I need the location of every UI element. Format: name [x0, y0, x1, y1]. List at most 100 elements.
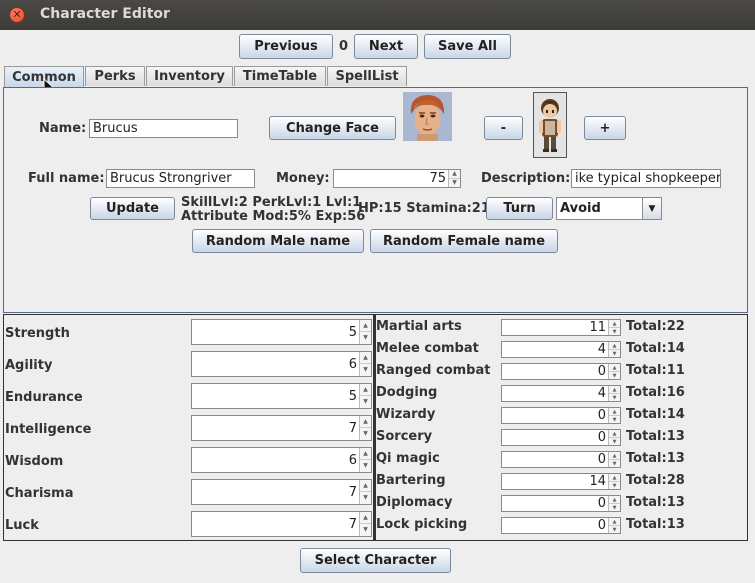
- skill-total: Total:14: [626, 341, 685, 356]
- spinner-up-icon[interactable]: ▲: [609, 496, 620, 504]
- spinner-down-icon[interactable]: ▼: [609, 350, 620, 358]
- spinner-up-icon[interactable]: ▲: [609, 320, 620, 328]
- attribute-spinner[interactable]: 7 ▲ ▼: [191, 479, 372, 505]
- skill-spinner[interactable]: 14 ▲ ▼: [501, 473, 621, 490]
- spinner-down-icon[interactable]: ▼: [609, 394, 620, 402]
- attribute-label: Strength: [5, 326, 70, 341]
- skill-spinner[interactable]: 0 ▲ ▼: [501, 363, 621, 380]
- spinner-down-icon[interactable]: ▼: [360, 524, 371, 536]
- common-tab-panel: Name: Brucus Change Face - + Full name: …: [3, 87, 748, 313]
- description-field[interactable]: ike typical shopkeeper.: [571, 169, 721, 188]
- spinner-down-icon[interactable]: ▼: [609, 460, 620, 468]
- name-field[interactable]: Brucus: [89, 119, 238, 138]
- skill-value: 4: [597, 342, 606, 357]
- name-label: Name:: [39, 121, 87, 136]
- fullname-label: Full name:: [28, 171, 105, 186]
- skill-spinner[interactable]: 4 ▲ ▼: [501, 341, 621, 358]
- attributes-panel: Strength 5 ▲ ▼ Agility 6 ▲ ▼ Endurance 5 ▲ ▼ Intelli…: [3, 314, 374, 541]
- spinner-down-icon[interactable]: ▼: [360, 332, 371, 344]
- spinner-up-icon[interactable]: ▲: [609, 342, 620, 350]
- spinner-down-icon[interactable]: ▼: [609, 504, 620, 512]
- tab-inventory[interactable]: Inventory: [146, 66, 233, 86]
- skill-total: Total:22: [626, 319, 685, 334]
- update-button[interactable]: Update: [90, 197, 175, 220]
- spinner-up-icon[interactable]: ▲: [360, 416, 371, 428]
- skill-spinner[interactable]: 0 ▲ ▼: [501, 451, 621, 468]
- spinner-down-icon[interactable]: ▼: [609, 416, 620, 424]
- skill-value: 14: [589, 474, 606, 489]
- spinner-up-icon[interactable]: ▲: [360, 320, 371, 332]
- skill-spinner[interactable]: 0 ▲ ▼: [501, 407, 621, 424]
- skill-total: Total:13: [626, 517, 685, 532]
- turn-button[interactable]: Turn: [486, 197, 553, 220]
- spinner-up-icon[interactable]: ▲: [609, 474, 620, 482]
- spinner-down-icon[interactable]: ▼: [360, 460, 371, 472]
- random-male-name-button[interactable]: Random Male name: [192, 229, 364, 253]
- attribute-mod-info: Attribute Mod:5% Exp:56: [181, 209, 366, 224]
- spinner-up-icon[interactable]: ▲: [609, 452, 620, 460]
- spinner-up-icon[interactable]: ▲: [609, 408, 620, 416]
- spinner-up-icon[interactable]: ▲: [609, 364, 620, 372]
- money-spinner[interactable]: 75 ▲ ▼: [333, 169, 461, 188]
- level-info: SkillLvl:2 PerkLvl:1 Lvl:1: [181, 195, 362, 210]
- spinner-up-icon[interactable]: ▲: [360, 480, 371, 492]
- skill-row: Qi magic 0 ▲ ▼ Total:13: [376, 450, 748, 470]
- tab-perks[interactable]: Perks: [85, 66, 145, 86]
- skill-value: 11: [589, 320, 606, 335]
- title-bar: ✕ Character Editor: [0, 0, 755, 30]
- spinner-down-icon[interactable]: ▼: [609, 482, 620, 490]
- skill-spinner[interactable]: 0 ▲ ▼: [501, 517, 621, 534]
- attribute-spinner[interactable]: 6 ▲ ▼: [191, 351, 372, 377]
- skill-label: Diplomacy: [376, 495, 453, 510]
- tab-timetable[interactable]: TimeTable: [234, 66, 326, 86]
- spinner-down-icon[interactable]: ▼: [609, 438, 620, 446]
- spinner-up-icon[interactable]: ▲: [609, 430, 620, 438]
- save-all-button[interactable]: Save All: [424, 34, 511, 59]
- skill-row: Dodging 4 ▲ ▼ Total:16: [376, 384, 748, 404]
- attribute-spinner[interactable]: 5 ▲ ▼: [191, 383, 372, 409]
- attribute-row: Intelligence 7 ▲ ▼: [4, 415, 373, 443]
- attribute-spinner[interactable]: 7 ▲ ▼: [191, 415, 372, 441]
- spinner-up-icon[interactable]: ▲: [449, 170, 460, 179]
- spinner-down-icon[interactable]: ▼: [360, 396, 371, 408]
- fullname-field[interactable]: Brucus Strongriver: [106, 169, 255, 188]
- attribute-spinner[interactable]: 6 ▲ ▼: [191, 447, 372, 473]
- spinner-up-icon[interactable]: ▲: [609, 386, 620, 394]
- select-character-button[interactable]: Select Character: [300, 548, 451, 573]
- attribute-spinner[interactable]: 5 ▲ ▼: [191, 319, 372, 345]
- previous-button[interactable]: Previous: [239, 34, 333, 59]
- spinner-up-icon[interactable]: ▲: [360, 352, 371, 364]
- attribute-label: Luck: [5, 518, 39, 533]
- spinner-down-icon[interactable]: ▼: [360, 364, 371, 376]
- spinner-down-icon[interactable]: ▼: [609, 328, 620, 336]
- face-plus-button[interactable]: +: [584, 116, 626, 140]
- spinner-up-icon[interactable]: ▲: [360, 512, 371, 524]
- skill-spinner[interactable]: 0 ▲ ▼: [501, 495, 621, 512]
- skill-value: 0: [597, 496, 606, 511]
- skill-label: Bartering: [376, 473, 446, 488]
- spinner-down-icon[interactable]: ▼: [609, 526, 620, 534]
- random-female-name-button[interactable]: Random Female name: [370, 229, 558, 253]
- skill-label: Dodging: [376, 385, 438, 400]
- spinner-down-icon[interactable]: ▼: [609, 372, 620, 380]
- face-minus-button[interactable]: -: [484, 116, 523, 140]
- skill-spinner[interactable]: 4 ▲ ▼: [501, 385, 621, 402]
- skill-label: Martial arts: [376, 319, 462, 334]
- spinner-down-icon[interactable]: ▼: [360, 428, 371, 440]
- skill-spinner[interactable]: 11 ▲ ▼: [501, 319, 621, 336]
- next-button[interactable]: Next: [354, 34, 418, 59]
- ai-mode-select[interactable]: Avoid ▼: [556, 197, 662, 220]
- change-face-button[interactable]: Change Face: [269, 116, 396, 140]
- skill-value: 0: [597, 408, 606, 423]
- spinner-down-icon[interactable]: ▼: [449, 179, 460, 188]
- spinner-up-icon[interactable]: ▲: [360, 384, 371, 396]
- tab-spelllist[interactable]: SpellList: [327, 66, 407, 86]
- skill-spinner[interactable]: 0 ▲ ▼: [501, 429, 621, 446]
- attribute-spinner[interactable]: 7 ▲ ▼: [191, 511, 372, 537]
- chevron-down-icon[interactable]: ▼: [642, 198, 661, 219]
- skill-label: Wizardy: [376, 407, 436, 422]
- spinner-up-icon[interactable]: ▲: [360, 448, 371, 460]
- spinner-down-icon[interactable]: ▼: [360, 492, 371, 504]
- close-icon[interactable]: ✕: [9, 7, 25, 23]
- spinner-up-icon[interactable]: ▲: [609, 518, 620, 526]
